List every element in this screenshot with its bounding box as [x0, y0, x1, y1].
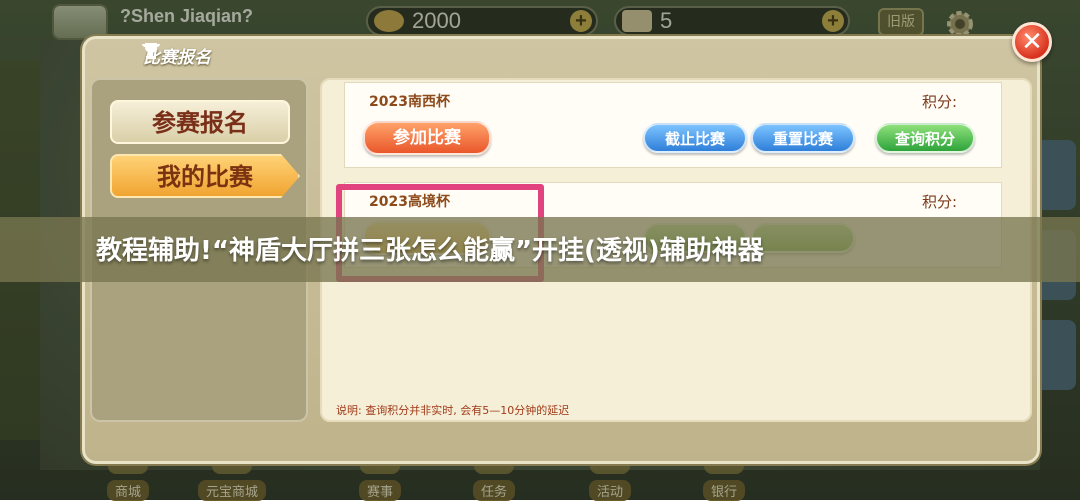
tab-signup[interactable]: 参赛报名	[110, 100, 290, 144]
note-text: 说明: 查询积分并非实时, 会有5—10分钟的延迟	[336, 404, 570, 417]
tab-my-matches[interactable]: 我的比赛	[110, 154, 300, 198]
reset-match-button[interactable]: 重置比赛	[751, 123, 855, 153]
score-label: 积分:	[921, 193, 957, 211]
close-icon: ✕	[1021, 27, 1043, 57]
trophy-icon	[142, 43, 160, 59]
match-name: 2023南西杯	[369, 94, 450, 110]
deadline-button[interactable]: 截止比赛	[643, 123, 747, 153]
match-card: 2023南西杯 积分: 参加比赛 截止比赛 重置比赛 查询积分	[344, 82, 1002, 168]
query-score-button[interactable]: 查询积分	[875, 123, 975, 153]
close-button[interactable]: ✕	[1012, 22, 1052, 62]
banner-text: 教程辅助!“神盾大厅拼三张怎么能赢”开挂(透视)辅助神器	[96, 236, 764, 266]
join-match-button[interactable]: 参加比赛	[363, 121, 491, 155]
score-label: 积分:	[921, 93, 957, 111]
